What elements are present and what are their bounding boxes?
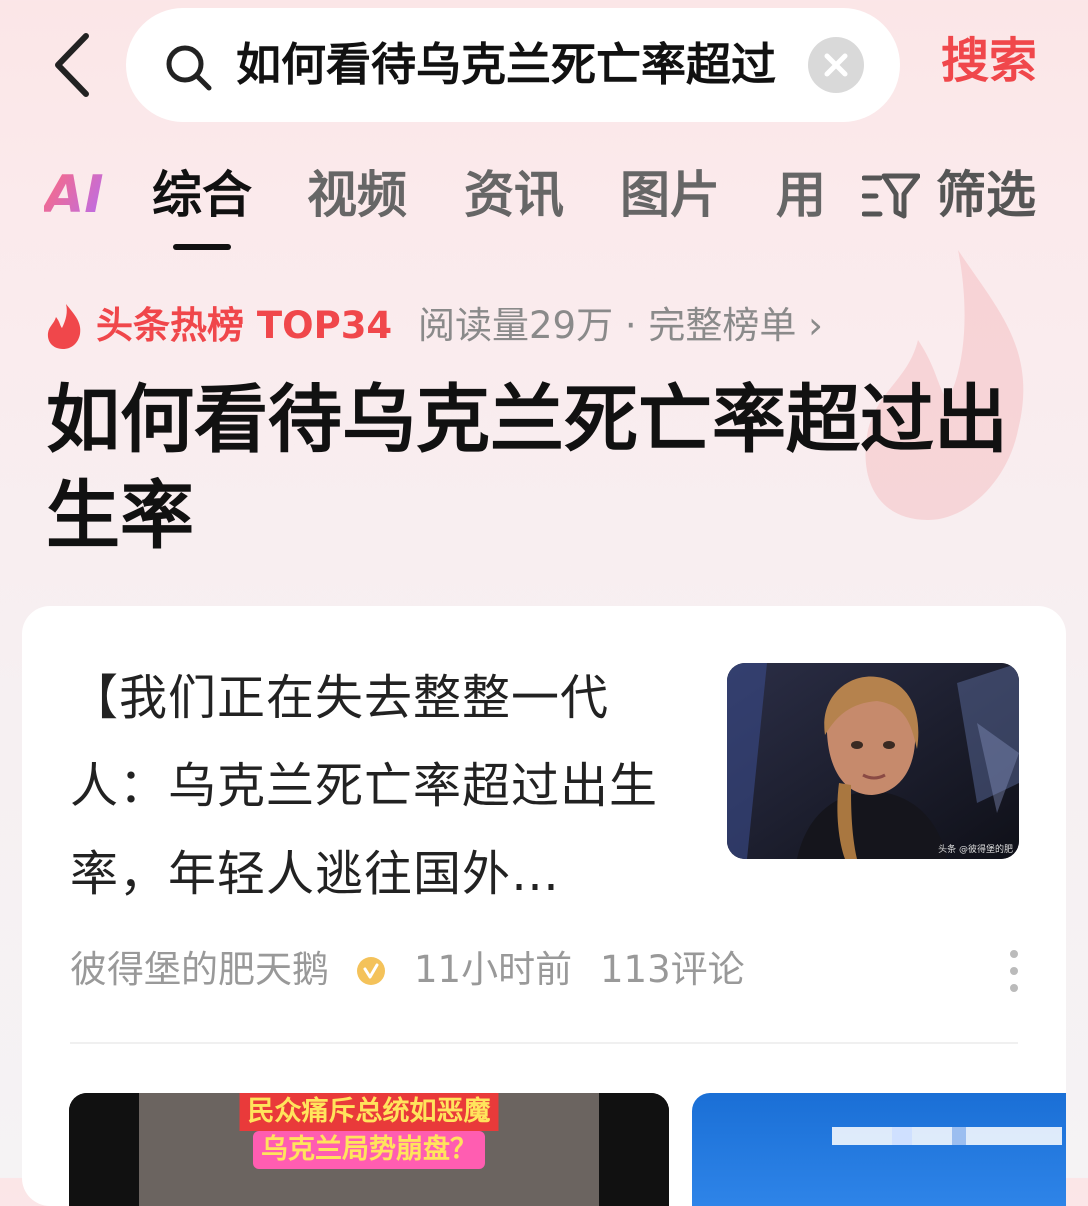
result-tabs: AI 综合 视频 资讯 图片 用 筛选: [0, 160, 1088, 260]
article-title[interactable]: 【我们正在失去整整一代人：乌克兰死亡率超过出生率，年轻人逃往国外…: [70, 654, 670, 918]
video-thumbnail-2[interactable]: [692, 1093, 1066, 1206]
search-icon: [166, 45, 212, 91]
publish-time: 11小时前: [414, 948, 573, 991]
comment-count[interactable]: 113评论: [600, 942, 745, 998]
chevron-left-icon[interactable]: [48, 30, 98, 100]
filter-button[interactable]: 筛选: [862, 164, 1048, 226]
hot-rank-row[interactable]: 头条热榜 TOP34 阅读量29万 · 完整榜单 ›: [44, 298, 944, 356]
tab-images[interactable]: 图片: [620, 164, 720, 226]
tab-users[interactable]: 用: [776, 164, 826, 226]
close-icon: [824, 53, 848, 77]
clear-search-button[interactable]: [808, 37, 864, 93]
search-button[interactable]: 搜索: [934, 26, 1044, 96]
article-thumbnail[interactable]: 头条 @彼得堡的肥: [727, 663, 1019, 859]
thumbnail-image: [727, 663, 1019, 859]
video-thumbnail[interactable]: 民众痛斥总统如恶魔 乌克兰局势崩盘？: [69, 1093, 669, 1206]
filter-label: 筛选: [936, 166, 1036, 224]
author-name[interactable]: 彼得堡的肥天鹅: [70, 942, 329, 998]
result-card: 【我们正在失去整整一代人：乌克兰死亡率超过出生率，年轻人逃往国外… 头条 @彼得…: [22, 606, 1066, 1206]
hot-rank-meta[interactable]: 阅读量29万 · 完整榜单 ›: [418, 298, 823, 354]
tab-news[interactable]: 资讯: [464, 164, 564, 226]
thumbnail-watermark: 头条 @彼得堡的肥: [938, 845, 1013, 855]
tab-ai[interactable]: AI: [44, 164, 104, 226]
article-meta: 彼得堡的肥天鹅 11小时前 113评论: [70, 942, 1030, 998]
video-caption-second: 乌克兰局势崩盘？: [253, 1131, 485, 1169]
verified-badge-icon: [357, 957, 385, 985]
topic-title: 如何看待乌克兰死亡率超过出生率: [46, 377, 1008, 559]
divider: [70, 1042, 1018, 1044]
video-thumbnail-2-image: [832, 1127, 1062, 1145]
active-tab-indicator: [173, 244, 231, 250]
fire-icon: [47, 304, 81, 349]
video-caption-top: 民众痛斥总统如恶魔: [239, 1093, 499, 1131]
more-vertical-icon[interactable]: [1004, 946, 1024, 996]
filter-icon: [862, 173, 920, 219]
hot-rank-label: 头条热榜 TOP34: [96, 304, 393, 347]
search-query-text[interactable]: 如何看待乌克兰死亡率超过出生率: [236, 33, 776, 97]
tab-comprehensive[interactable]: 综合: [152, 164, 252, 226]
search-input[interactable]: 如何看待乌克兰死亡率超过出生率: [126, 8, 900, 122]
tab-video[interactable]: 视频: [307, 164, 407, 226]
